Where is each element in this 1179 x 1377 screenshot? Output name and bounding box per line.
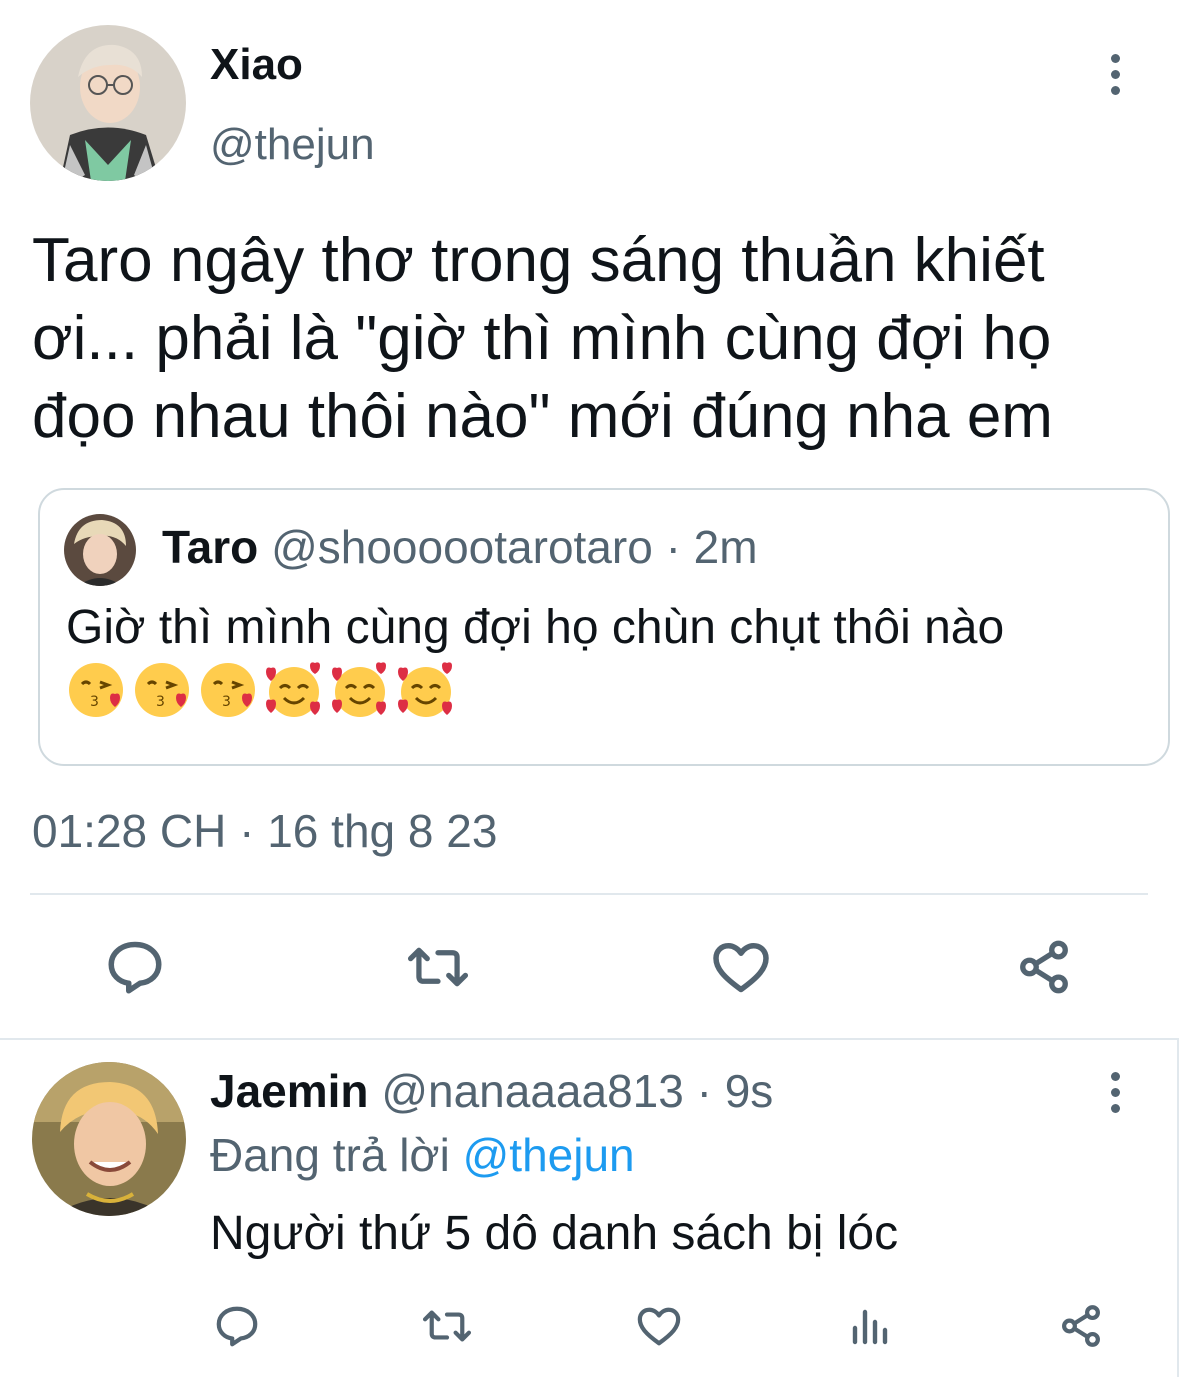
svg-text:3: 3 (222, 694, 231, 710)
like-icon[interactable] (706, 935, 776, 999)
quoted-time: · 2m (652, 521, 758, 573)
kissing-heart-emoji: 3 (135, 663, 189, 717)
reply-author-avatar[interactable] (32, 1062, 186, 1216)
replying-to-label: Đang trả lời (210, 1129, 463, 1181)
more-options-icon[interactable] (1095, 1062, 1135, 1122)
quoted-tweet-header: Taro @shoooootarotaro · 2m (162, 520, 758, 574)
smiling-hearts-emoji (398, 662, 452, 717)
share-icon[interactable] (1054, 1298, 1108, 1354)
smiling-hearts-emoji (266, 662, 320, 717)
reply-author-name[interactable]: Jaemin (210, 1065, 369, 1117)
replying-to-line: Đang trả lời @thejun (210, 1128, 635, 1182)
reply-icon[interactable] (210, 1298, 264, 1354)
quoted-author-handle[interactable]: @shoooootarotaro (271, 521, 653, 573)
reply-text: Người thứ 5 dô danh sách bị lóc (210, 1207, 899, 1260)
author-handle[interactable]: @thejun (210, 120, 375, 170)
svg-text:3: 3 (156, 694, 165, 710)
quoted-author-avatar (64, 514, 136, 586)
divider (30, 893, 1148, 895)
like-icon[interactable] (632, 1298, 686, 1354)
kissing-heart-emoji: 3 (69, 663, 123, 717)
retweet-icon[interactable] (403, 935, 473, 999)
quoted-tweet-text: Giờ thì mình cùng đợi họ chùn chụt thôi … (66, 601, 1005, 654)
reply-icon[interactable] (100, 935, 170, 999)
svg-text:3: 3 (90, 694, 99, 710)
kissing-heart-emoji: 3 (201, 663, 255, 717)
reply-header: Jaemin @nanaaaa813 · 9s (210, 1064, 773, 1118)
replying-to-mention[interactable]: @thejun (463, 1129, 635, 1181)
analytics-icon[interactable] (842, 1298, 896, 1354)
tweet-text: Taro ngây thơ trong sáng thuần khiết ơi.… (32, 226, 1053, 451)
author-name[interactable]: Xiao (210, 40, 303, 90)
emoji-row: 3 3 3 (66, 660, 456, 720)
author-avatar[interactable] (30, 25, 186, 181)
tweet-timestamp[interactable]: 01:28 CH · 16 thg 8 23 (32, 804, 497, 858)
retweet-icon[interactable] (420, 1298, 474, 1354)
divider (0, 1038, 1179, 1040)
smiling-hearts-emoji (332, 662, 386, 717)
share-icon[interactable] (1009, 935, 1079, 999)
more-options-icon[interactable] (1095, 44, 1135, 104)
quoted-author-name[interactable]: Taro (162, 521, 258, 573)
quoted-tweet-card[interactable]: Taro @shoooootarotaro · 2m Giờ thì mình … (38, 488, 1170, 766)
tweet-header: Xiao @thejun (0, 0, 1179, 200)
reply-time: · 9s (683, 1065, 774, 1117)
reply-author-handle[interactable]: @nanaaaa813 (381, 1065, 684, 1117)
